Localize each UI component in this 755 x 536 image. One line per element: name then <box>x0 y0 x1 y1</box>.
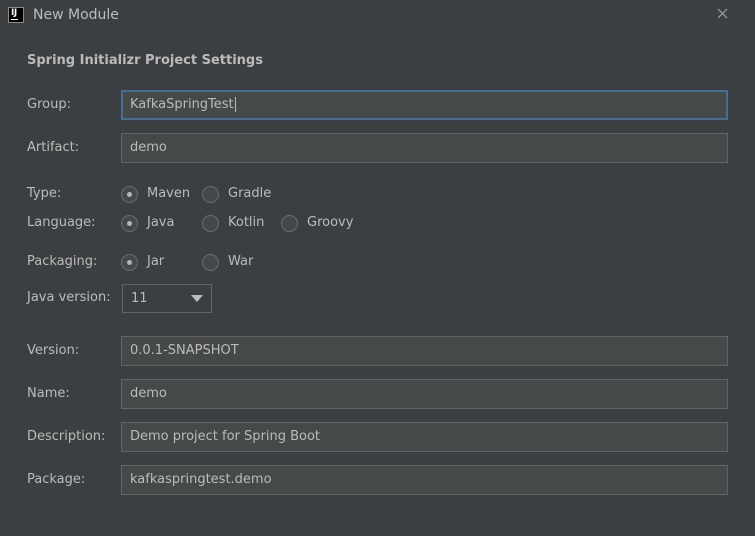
radio-label: Groovy <box>307 215 354 230</box>
packaging-war-radio[interactable]: War <box>202 253 262 273</box>
radio-label: Maven <box>147 186 191 201</box>
version-value: 0.0.1-SNAPSHOT <box>130 343 239 358</box>
radio-label: Java <box>147 215 175 230</box>
radio-button <box>202 186 219 203</box>
section-title: Spring Initializr Project Settings <box>27 53 263 68</box>
group-value: KafkaSpringTest <box>130 97 234 112</box>
description-field[interactable]: Demo project for Spring Boot <box>121 422 728 452</box>
name-field[interactable]: demo <box>121 379 728 409</box>
type-maven-radio[interactable]: Maven <box>121 185 196 205</box>
radio-button <box>281 215 298 232</box>
radio-button <box>202 215 219 232</box>
description-value: Demo project for Spring Boot <box>130 429 321 444</box>
group-label: Group: <box>27 97 71 112</box>
close-button[interactable] <box>714 5 732 23</box>
package-label: Package: <box>27 472 86 487</box>
type-gradle-radio[interactable]: Gradle <box>202 185 277 205</box>
close-icon <box>717 8 728 19</box>
version-field[interactable]: 0.0.1-SNAPSHOT <box>121 336 728 366</box>
radio-button-selected <box>121 186 138 203</box>
packaging-label: Packaging: <box>27 254 98 269</box>
radio-label: Kotlin <box>228 215 265 230</box>
description-label: Description: <box>27 429 106 444</box>
radio-label: Gradle <box>228 186 272 201</box>
radio-button-selected <box>121 215 138 232</box>
name-value: demo <box>130 386 167 401</box>
packaging-jar-radio[interactable]: Jar <box>121 253 181 273</box>
radio-button-selected <box>121 254 138 271</box>
package-field[interactable]: kafkaspringtest.demo <box>121 465 728 495</box>
type-label: Type: <box>27 186 62 201</box>
language-java-radio[interactable]: Java <box>121 214 181 234</box>
language-label: Language: <box>27 215 96 230</box>
java-version-select[interactable]: 11 <box>122 284 212 313</box>
window-title: New Module <box>33 7 119 23</box>
text-caret <box>234 97 236 112</box>
name-label: Name: <box>27 386 70 401</box>
java-version-value: 11 <box>131 291 148 306</box>
artifact-label: Artifact: <box>27 140 80 155</box>
group-field[interactable]: KafkaSpringTest <box>121 90 728 120</box>
language-kotlin-radio[interactable]: Kotlin <box>202 214 272 234</box>
language-groovy-radio[interactable]: Groovy <box>281 214 361 234</box>
package-value: kafkaspringtest.demo <box>130 472 272 487</box>
radio-button <box>202 254 219 271</box>
version-label: Version: <box>27 343 80 358</box>
radio-label: War <box>228 254 254 269</box>
intellij-idea-icon: IJ <box>8 7 24 23</box>
artifact-value: demo <box>130 140 167 155</box>
artifact-field[interactable]: demo <box>121 133 728 163</box>
title-bar: IJ New Module <box>0 0 755 32</box>
java-version-label: Java version: <box>27 290 111 305</box>
radio-label: Jar <box>147 254 165 269</box>
dropdown-arrow-icon <box>191 295 203 302</box>
